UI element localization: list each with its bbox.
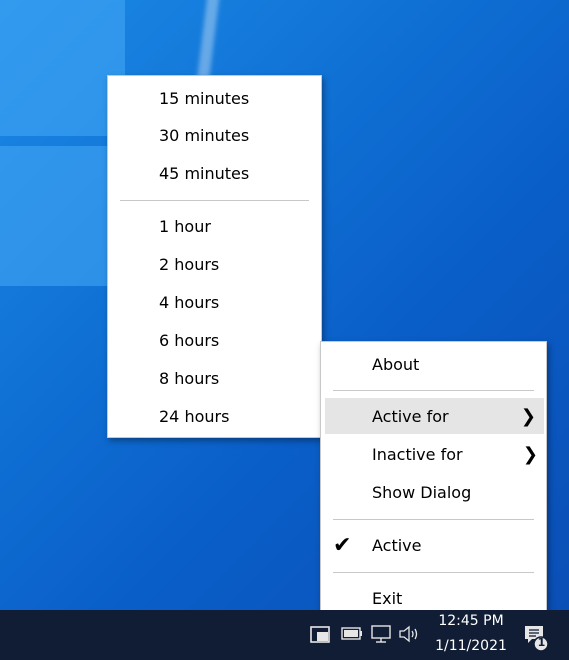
menu-item-inactive-for[interactable]: Inactive for ❯ bbox=[321, 436, 546, 472]
menu-item-label: 24 hours bbox=[159, 407, 230, 426]
chevron-right-icon: ❯ bbox=[522, 444, 538, 465]
duration-submenu: 15 minutes 30 minutes 45 minutes 1 hour … bbox=[107, 75, 322, 438]
menu-item-label: 30 minutes bbox=[159, 126, 250, 145]
menu-item-label: Active bbox=[372, 536, 422, 555]
menu-item-label: Active for bbox=[372, 407, 449, 426]
menu-item-30-minutes[interactable]: 30 minutes bbox=[108, 117, 321, 153]
menu-item-label: 15 minutes bbox=[159, 89, 250, 108]
menu-item-45-minutes[interactable]: 45 minutes bbox=[108, 155, 321, 191]
menu-item-label: Show Dialog bbox=[372, 483, 472, 502]
app-tray-icon[interactable] bbox=[310, 624, 332, 648]
menu-item-label: 6 hours bbox=[159, 331, 220, 350]
menu-item-show-dialog[interactable]: Show Dialog bbox=[321, 474, 546, 510]
menu-item-15-minutes[interactable]: 15 minutes bbox=[108, 80, 321, 116]
menu-item-6-hours[interactable]: 6 hours bbox=[108, 322, 321, 358]
menu-item-label: Inactive for bbox=[372, 445, 463, 464]
menu-item-active[interactable]: ✔ Active bbox=[321, 527, 546, 563]
menu-separator bbox=[120, 200, 309, 201]
tray-context-menu: About Active for ❯ Inactive for ❯ Show D… bbox=[320, 341, 547, 620]
battery-icon[interactable] bbox=[340, 624, 364, 646]
menu-item-label: 45 minutes bbox=[159, 164, 250, 183]
menu-item-label: 4 hours bbox=[159, 293, 220, 312]
menu-item-active-for[interactable]: Active for ❯ bbox=[325, 398, 544, 434]
menu-separator bbox=[333, 519, 534, 520]
menu-item-24-hours[interactable]: 24 hours bbox=[108, 398, 321, 434]
notification-count-badge: 1 bbox=[537, 636, 546, 649]
menu-item-label: About bbox=[372, 355, 420, 374]
menu-item-label: 2 hours bbox=[159, 255, 220, 274]
chevron-right-icon: ❯ bbox=[520, 406, 536, 427]
menu-item-about[interactable]: About bbox=[321, 346, 546, 382]
menu-item-8-hours[interactable]: 8 hours bbox=[108, 360, 321, 396]
network-icon[interactable] bbox=[370, 624, 394, 648]
menu-item-4-hours[interactable]: 4 hours bbox=[108, 284, 321, 320]
menu-separator bbox=[333, 390, 534, 391]
checkmark-icon: ✔ bbox=[333, 533, 352, 558]
menu-separator bbox=[333, 572, 534, 573]
taskbar-date[interactable]: 1/11/2021 bbox=[431, 638, 511, 654]
volume-icon[interactable] bbox=[398, 624, 422, 648]
menu-item-label: Exit bbox=[372, 589, 403, 608]
notification-icon[interactable]: 1 bbox=[522, 622, 552, 652]
taskbar-time[interactable]: 12:45 PM bbox=[431, 613, 511, 629]
menu-item-1-hour[interactable]: 1 hour bbox=[108, 208, 321, 244]
menu-item-label: 1 hour bbox=[159, 217, 211, 236]
menu-item-label: 8 hours bbox=[159, 369, 220, 388]
menu-item-2-hours[interactable]: 2 hours bbox=[108, 246, 321, 282]
